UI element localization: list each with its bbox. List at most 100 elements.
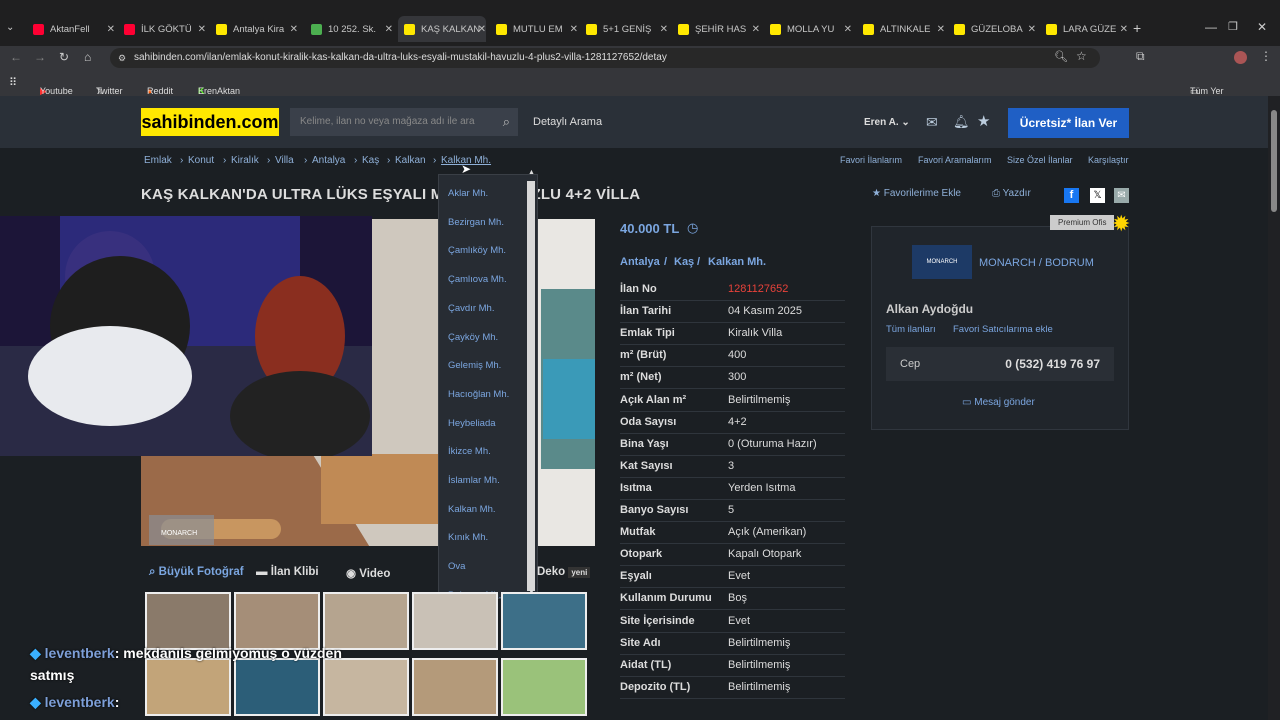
photo-thumbnail[interactable] <box>323 658 409 716</box>
price-info-icon[interactable]: ◷ <box>687 220 698 236</box>
browser-tab[interactable]: İLK GÖKTÜ ✕ <box>118 16 206 42</box>
close-tab-icon[interactable]: ✕ <box>290 24 298 35</box>
scrollbar-thumb[interactable] <box>1271 110 1277 212</box>
browser-tab[interactable]: 5+1 GENİŞ ✕ <box>580 16 668 42</box>
tab-video-clip[interactable]: ▬ İlan Klibi <box>256 566 319 578</box>
dropdown-option[interactable]: Bezirgan Mh. <box>448 217 504 228</box>
zoom-icon[interactable]: 🔍︎ <box>1054 50 1068 63</box>
browser-tab[interactable]: ALTINKALE ✕ <box>857 16 945 42</box>
print-link[interactable]: ⎙ Yazdır <box>992 188 1031 199</box>
restore-icon[interactable]: ❐ <box>1228 20 1238 33</box>
close-tab-icon[interactable]: ✕ <box>107 24 115 35</box>
browser-tab[interactable]: ŞEHİR HAS ✕ <box>672 16 760 42</box>
browser-tab[interactable]: KAŞ KALKAN ✕ <box>398 16 486 42</box>
fav-searches-link[interactable]: Favori Aramalarım <box>918 155 992 165</box>
reload-icon[interactable]: ↻ <box>59 50 69 64</box>
x-share-icon[interactable]: 𝕏 <box>1090 188 1105 203</box>
mail-icon[interactable]: ✉ <box>926 114 938 131</box>
dropdown-scrollbar[interactable] <box>527 181 535 591</box>
breadcrumb-item[interactable]: Kiralık <box>231 155 259 166</box>
fav-listings-link[interactable]: Favori İlanlarım <box>840 155 902 165</box>
photo-thumbnail[interactable] <box>501 658 587 716</box>
search-input[interactable]: Kelime, ilan no veya mağaza adı ile ara … <box>290 108 518 136</box>
browser-tab[interactable]: GÜZELOBA ✕ <box>948 16 1036 42</box>
location-district[interactable]: Kaş <box>674 256 694 268</box>
mail-share-icon[interactable]: ✉ <box>1114 188 1129 203</box>
dropdown-option[interactable]: Heybeliada <box>448 418 496 429</box>
page-scrollbar[interactable] <box>1268 96 1280 720</box>
tab-deko[interactable]: Deko yeni <box>537 566 591 578</box>
dropdown-option[interactable]: İslamlar Mh. <box>448 475 500 486</box>
facebook-icon[interactable]: f <box>1064 188 1079 203</box>
photo-thumbnail[interactable] <box>412 658 498 716</box>
breadcrumb-item[interactable]: Villa <box>275 155 294 166</box>
home-icon[interactable]: ⌂ <box>84 50 91 64</box>
fav-seller-link[interactable]: Favori Satıcılarıma ekle <box>953 324 1053 335</box>
dropdown-option[interactable]: Çavdır Mh. <box>448 303 494 314</box>
dropdown-option[interactable]: Gelemiş Mh. <box>448 360 501 371</box>
close-tab-icon[interactable]: ✕ <box>478 24 486 35</box>
browser-tab[interactable]: AktanFell ✕ <box>27 16 115 42</box>
add-favorite-link[interactable]: ★ Favorilerime Ekle <box>872 188 961 199</box>
browser-tab[interactable]: MOLLA YU ✕ <box>764 16 852 42</box>
dropdown-option[interactable]: Aklar Mh. <box>448 188 488 199</box>
office-logo[interactable]: MONARCH <box>912 245 972 279</box>
neighborhood-dropdown[interactable]: Aklar Mh. Bezirgan Mh. Çamlıköy Mh. Çamlıov… <box>438 169 538 601</box>
tab-list-dropdown[interactable]: ⌄ <box>6 22 14 33</box>
close-tab-icon[interactable]: ✕ <box>752 24 760 35</box>
browser-tab[interactable]: LARA GÜZE ✕ <box>1040 16 1128 42</box>
breadcrumb-item[interactable]: Antalya <box>312 155 345 166</box>
apps-icon[interactable]: ⠿ <box>9 76 17 89</box>
post-ad-button[interactable]: Ücretsiz* İlan Ver <box>1008 108 1129 138</box>
close-tab-icon[interactable]: ✕ <box>844 24 852 35</box>
compare-link[interactable]: Karşılaştır <box>1088 155 1129 165</box>
dropdown-option[interactable]: Çamlıköy Mh. <box>448 245 506 256</box>
close-tab-icon[interactable]: ✕ <box>1120 24 1128 35</box>
close-tab-icon[interactable]: ✕ <box>570 24 578 35</box>
close-window-icon[interactable]: ✕ <box>1257 20 1267 34</box>
close-tab-icon[interactable]: ✕ <box>385 24 393 35</box>
close-tab-icon[interactable]: ✕ <box>1028 24 1036 35</box>
dropdown-option[interactable]: İkizce Mh. <box>448 446 491 457</box>
star-icon[interactable]: ★ <box>977 112 990 130</box>
bookmark-star-icon[interactable]: ☆ <box>1076 49 1087 63</box>
site-info-icon[interactable]: ⚙ <box>118 48 126 68</box>
office-name[interactable]: MONARCH / BODRUM <box>979 257 1094 269</box>
close-tab-icon[interactable]: ✕ <box>937 24 945 35</box>
phone-number[interactable]: 0 (532) 419 76 97 <box>1005 357 1100 371</box>
breadcrumb-item[interactable]: Kalkan <box>395 155 426 166</box>
sahibinden-logo[interactable]: sahibinden.com <box>141 108 279 136</box>
breadcrumb-item[interactable]: Kaş <box>362 155 379 166</box>
dropdown-option[interactable]: Kınık Mh. <box>448 532 488 543</box>
detailed-search-link[interactable]: Detaylı Arama <box>533 116 602 128</box>
browser-tab[interactable]: Antalya Kira ✕ <box>210 16 298 42</box>
tab-big-photo[interactable]: ⌕ Büyük Fotoğraf <box>149 566 244 579</box>
browser-tab[interactable]: MUTLU EM ✕ <box>490 16 578 42</box>
menu-icon[interactable]: ⋮ <box>1260 49 1272 63</box>
back-icon[interactable]: ← <box>10 50 22 64</box>
send-message-link[interactable]: ▭ Mesaj gönder <box>962 397 1035 408</box>
photo-thumbnail[interactable] <box>234 658 320 716</box>
photo-thumbnail[interactable] <box>145 658 231 716</box>
bell-icon[interactable]: 🔔︎ <box>953 114 970 130</box>
location-neighborhood[interactable]: Kalkan Mh. <box>708 256 766 268</box>
photo-thumbnail[interactable] <box>501 592 587 650</box>
all-listings-link[interactable]: Tüm ilanları <box>886 324 936 335</box>
tab-video[interactable]: ◉ Video <box>346 566 390 580</box>
dropdown-option[interactable]: Çamlıova Mh. <box>448 274 507 285</box>
dropdown-option[interactable]: Hacıoğlan Mh. <box>448 389 509 400</box>
close-tab-icon[interactable]: ✕ <box>198 24 206 35</box>
breadcrumb-item[interactable]: Emlak <box>144 155 172 166</box>
special-listings-link[interactable]: Size Özel İlanlar <box>1007 155 1073 165</box>
search-icon[interactable]: ⌕ <box>503 108 510 136</box>
location-city[interactable]: Antalya <box>620 256 660 268</box>
dropdown-option[interactable]: Çayköy Mh. <box>448 332 498 343</box>
close-tab-icon[interactable]: ✕ <box>660 24 668 35</box>
scroll-up-arrow[interactable]: ▲ <box>528 169 535 176</box>
extension-icon[interactable]: ⧉ <box>1136 49 1145 64</box>
dropdown-option[interactable]: Kalkan Mh. <box>448 504 496 515</box>
user-menu[interactable]: Eren A. ⌄ <box>864 117 910 128</box>
profile-avatar[interactable] <box>1234 51 1247 64</box>
browser-tab[interactable]: 10 252. Sk. ✕ <box>305 16 393 42</box>
forward-icon[interactable]: → <box>34 50 46 64</box>
